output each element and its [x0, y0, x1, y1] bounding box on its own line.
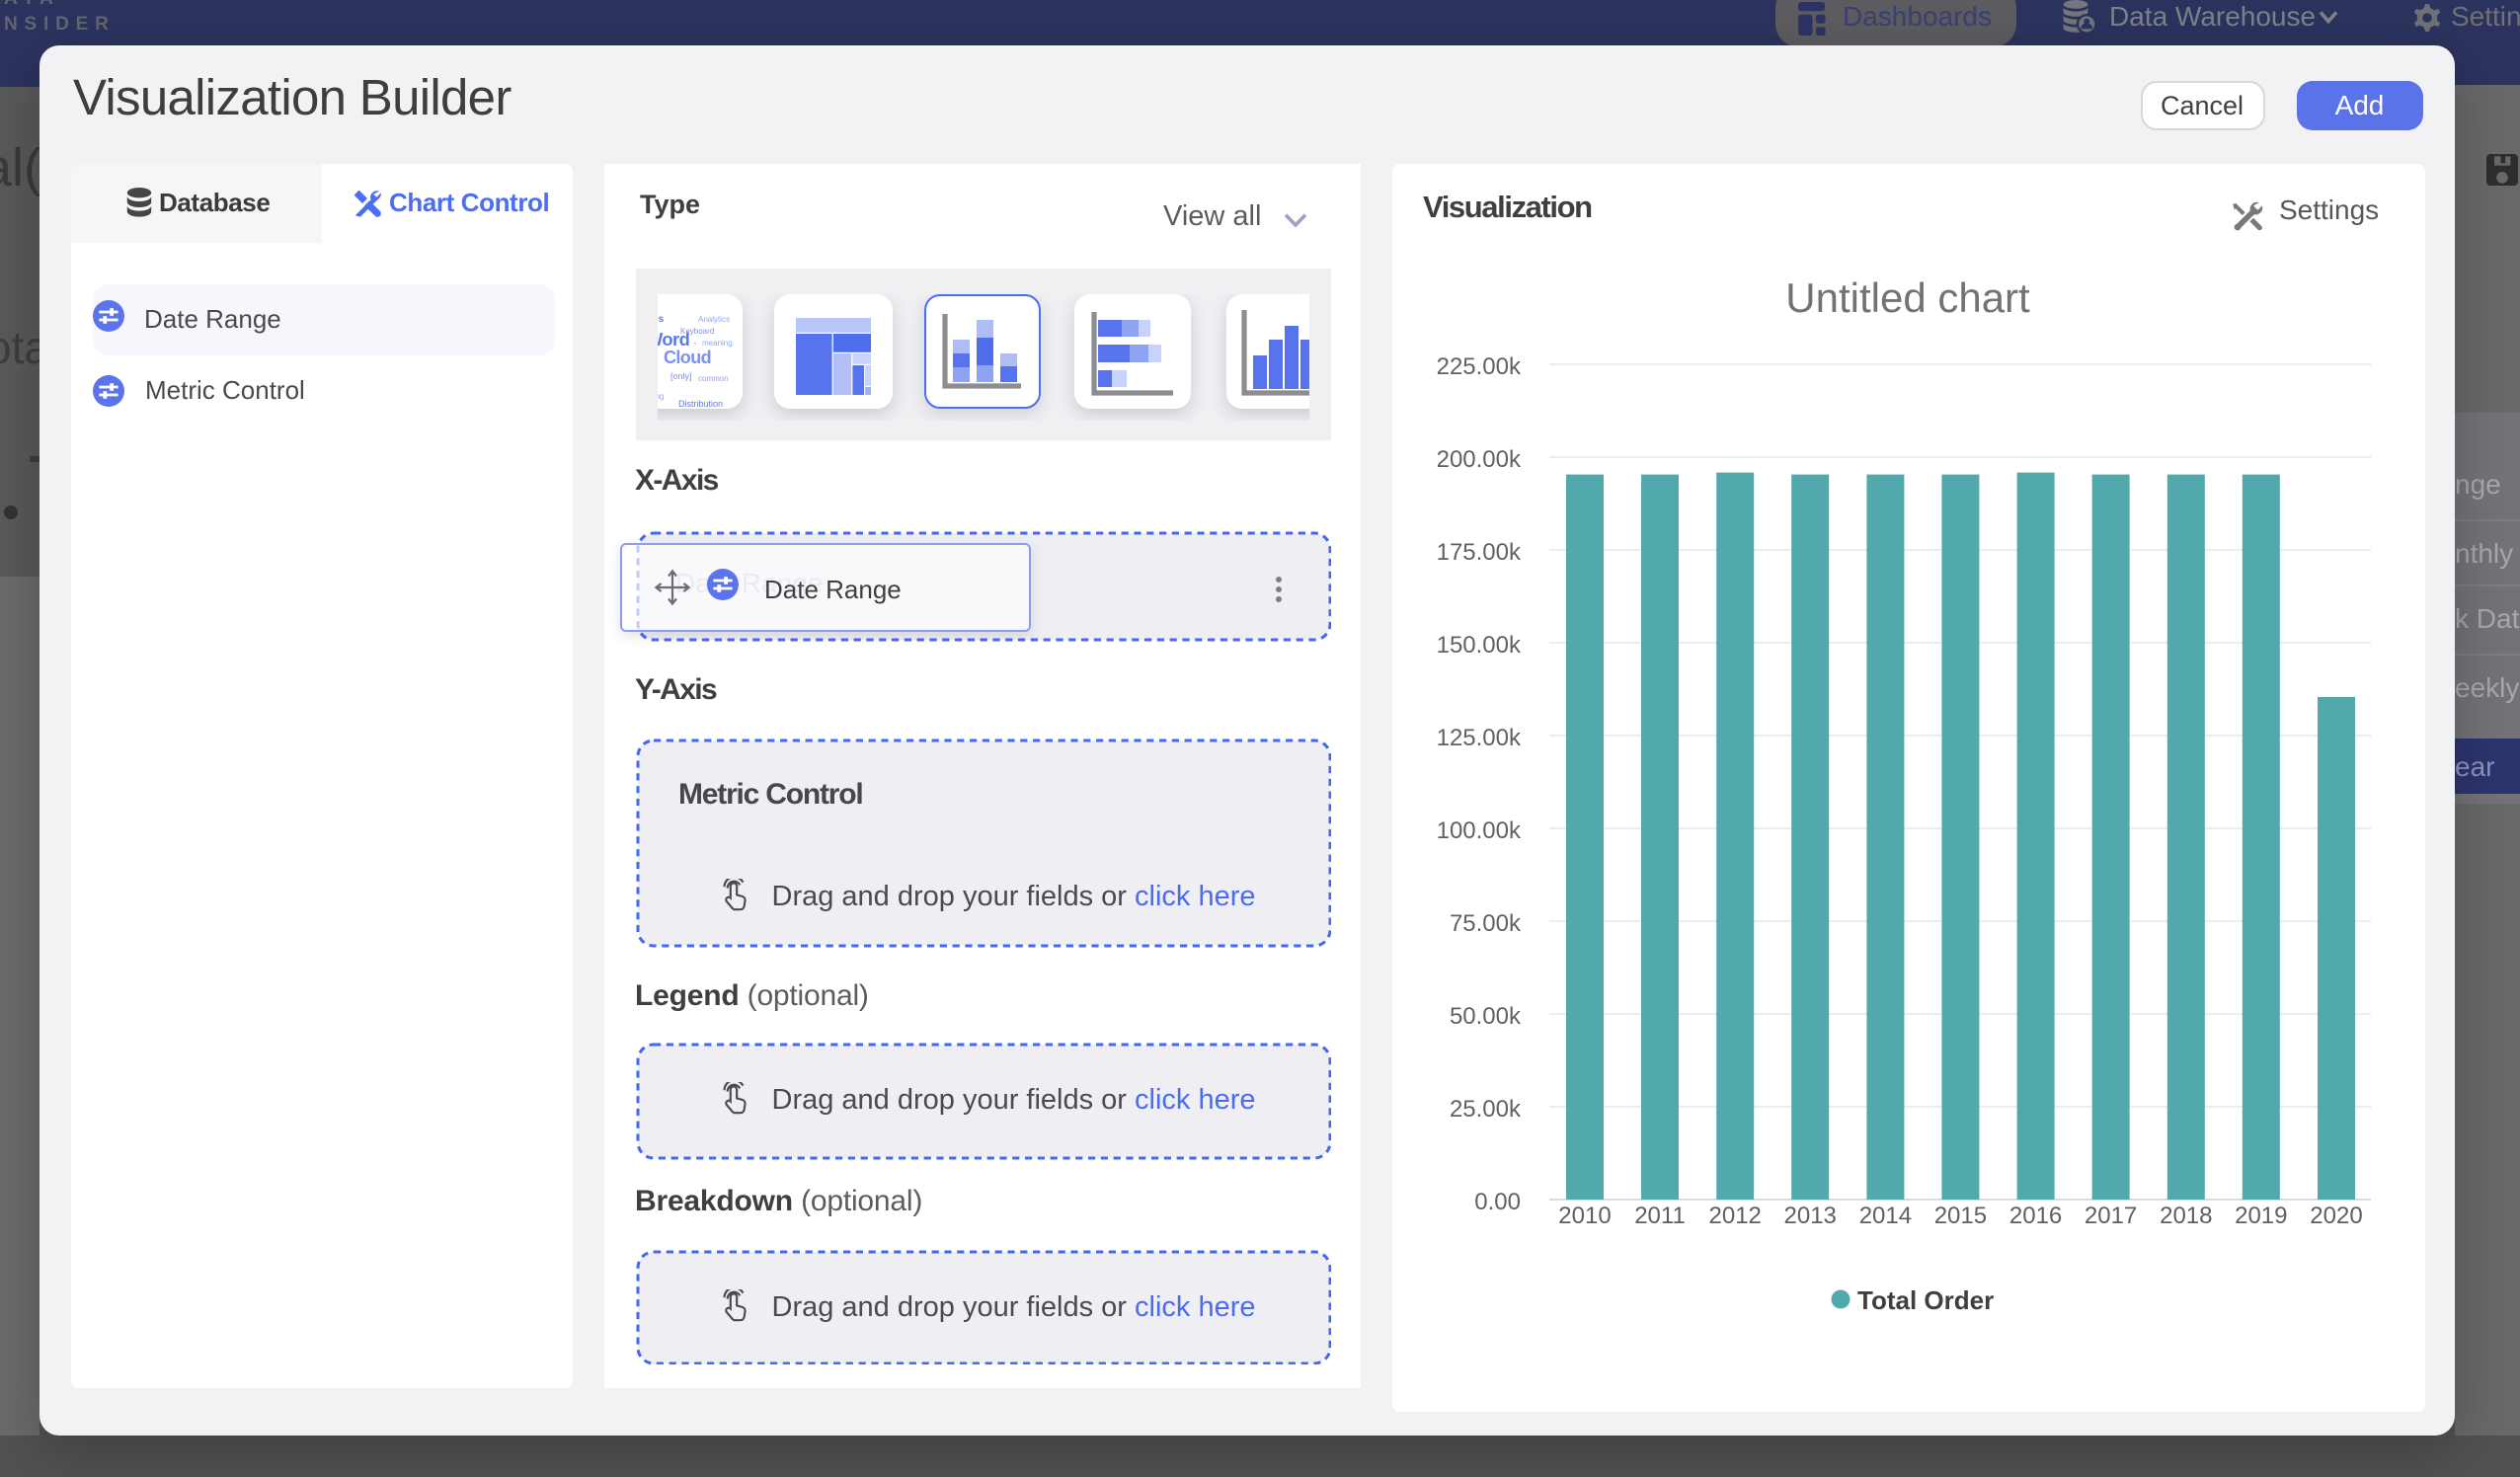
- svg-text:2013: 2013: [1784, 1203, 1837, 1229]
- svg-text:Untitled chart: Untitled chart: [1785, 274, 2030, 321]
- svg-text:200.00k: 200.00k: [1437, 446, 1522, 473]
- svg-text:2012: 2012: [1709, 1203, 1762, 1229]
- svg-text:75.00k: 75.00k: [1450, 910, 1522, 937]
- svg-text:50.00k: 50.00k: [1450, 1003, 1522, 1030]
- svg-text:2015: 2015: [1934, 1203, 1987, 1229]
- svg-text:2019: 2019: [2235, 1203, 2287, 1229]
- svg-text:100.00k: 100.00k: [1437, 817, 1522, 844]
- svg-text:2020: 2020: [2310, 1203, 2362, 1229]
- svg-text:25.00k: 25.00k: [1450, 1096, 1522, 1123]
- svg-text:150.00k: 150.00k: [1437, 632, 1522, 659]
- svg-text:2017: 2017: [2085, 1203, 2137, 1229]
- svg-text:125.00k: 125.00k: [1437, 725, 1522, 751]
- svg-text:2010: 2010: [1558, 1203, 1611, 1229]
- svg-text:Total Order: Total Order: [1857, 1285, 1994, 1315]
- svg-text:2014: 2014: [1859, 1203, 1912, 1229]
- svg-text:2011: 2011: [1634, 1203, 1686, 1229]
- svg-text:0.00: 0.00: [1474, 1189, 1521, 1215]
- svg-text:225.00k: 225.00k: [1437, 353, 1522, 380]
- svg-text:175.00k: 175.00k: [1437, 539, 1522, 566]
- svg-text:2016: 2016: [2009, 1203, 2062, 1229]
- svg-text:2018: 2018: [2160, 1203, 2212, 1229]
